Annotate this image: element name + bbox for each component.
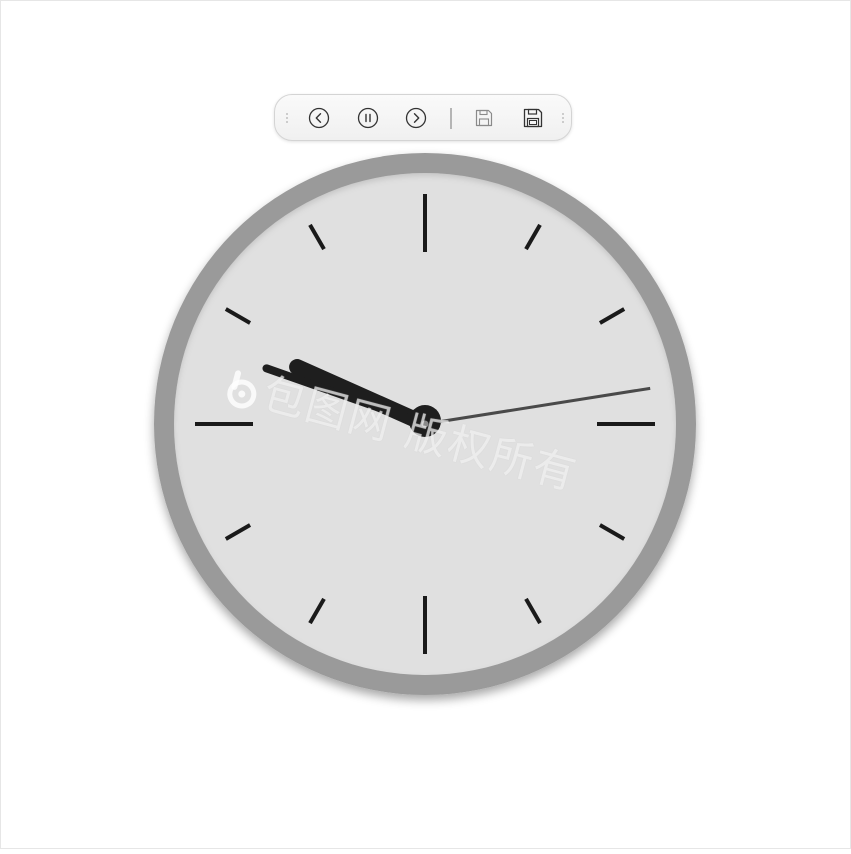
clock-svg — [154, 153, 696, 695]
center-pin — [421, 420, 429, 428]
analog-clock — [0, 0, 851, 849]
